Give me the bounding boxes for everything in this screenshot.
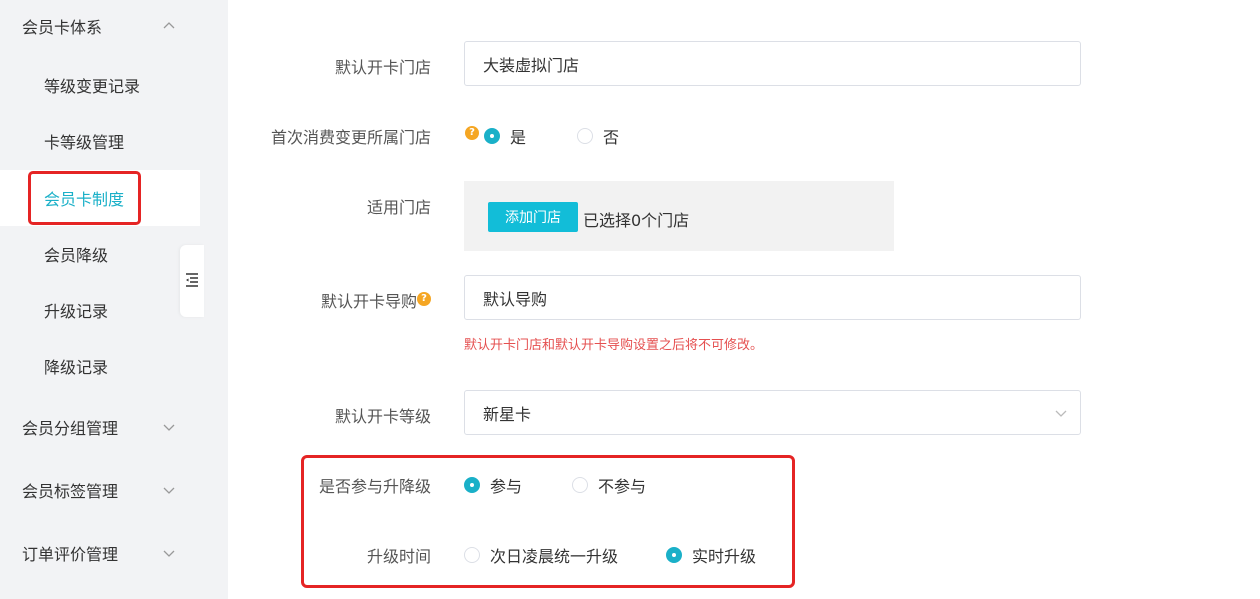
sidebar-collapse-toggle[interactable]: [180, 245, 204, 317]
sidebar-item-label: 卡等级管理: [44, 133, 125, 152]
sidebar-group-member-groups[interactable]: 会员分组管理: [0, 407, 200, 447]
sidebar-group-label: 会员卡体系: [22, 18, 103, 37]
default-guide-label-text: 默认开卡导购: [320, 292, 417, 311]
sidebar-item-upgrade-log[interactable]: 升级记录: [0, 282, 200, 338]
radio-dot: [484, 128, 500, 144]
chevron-down-icon: [163, 487, 175, 494]
sidebar-item-label: 等级变更记录: [44, 77, 141, 96]
chevron-down-icon: [163, 424, 175, 431]
radio-dot: [577, 128, 593, 144]
sidebar-item-downgrade-log[interactable]: 降级记录: [0, 338, 200, 394]
default-store-label: 默认开卡门店: [334, 58, 431, 77]
chevron-up-icon: [163, 22, 175, 29]
highlight-box-upgrade-settings: [301, 455, 795, 588]
add-store-button[interactable]: 添加门店: [488, 202, 578, 232]
default-level-value: 新星卡: [483, 404, 532, 424]
radio-label: 是: [510, 128, 527, 147]
sidebar-item-card-level-manage[interactable]: 卡等级管理: [0, 113, 200, 169]
first-purchase-label: 首次消费变更所属门店: [270, 128, 431, 147]
default-level-select[interactable]: 新星卡: [464, 390, 1081, 435]
sidebar-item-label: 会员降级: [44, 246, 109, 265]
content-gutter: [200, 0, 228, 599]
sidebar-group-label: 订单评价管理: [22, 545, 119, 564]
first-purchase-yes-radio[interactable]: 是: [484, 124, 526, 148]
applicable-store-panel: 添加门店 已选择0个门店: [464, 181, 894, 251]
default-guide-field[interactable]: 默认导购: [464, 275, 1081, 320]
sidebar-group-label: 会员标签管理: [22, 482, 119, 501]
collapse-icon: [186, 273, 198, 287]
sidebar-group-label: 会员分组管理: [22, 419, 119, 438]
help-icon[interactable]: ?: [417, 292, 431, 306]
sidebar-item-level-change-log[interactable]: 等级变更记录: [0, 57, 200, 113]
default-store-value: 大装虚拟门店: [483, 55, 580, 75]
chevron-down-icon: [1055, 410, 1067, 417]
default-level-label: 默认开卡等级: [334, 407, 431, 426]
radio-label: 否: [603, 128, 620, 147]
default-guide-value: 默认导购: [483, 289, 548, 309]
sidebar-item-member-downgrade[interactable]: 会员降级: [0, 226, 200, 282]
sidebar-item-label: 降级记录: [44, 358, 109, 377]
highlight-box-sidebar: [28, 171, 141, 225]
help-icon[interactable]: ?: [465, 126, 479, 140]
first-purchase-no-radio[interactable]: 否: [577, 124, 619, 148]
sidebar-group-member-card[interactable]: 会员卡体系: [0, 6, 200, 46]
selected-store-count: 已选择0个门店: [583, 211, 690, 230]
sidebar-item-label: 升级记录: [44, 302, 109, 321]
sidebar: 会员卡体系 等级变更记录 卡等级管理 会员卡制度 会员降级 升级记录 降级记录 …: [0, 0, 200, 599]
chevron-down-icon: [163, 550, 175, 557]
applicable-store-label: 适用门店: [366, 198, 431, 217]
default-store-field[interactable]: 大装虚拟门店: [464, 41, 1081, 86]
default-guide-label: 默认开卡导购?: [231, 288, 431, 312]
sidebar-group-member-tags[interactable]: 会员标签管理: [0, 470, 200, 510]
sidebar-group-order-reviews[interactable]: 订单评价管理: [0, 533, 200, 573]
immutable-warning: 默认开卡门店和默认开卡导购设置之后将不可修改。: [464, 338, 764, 353]
